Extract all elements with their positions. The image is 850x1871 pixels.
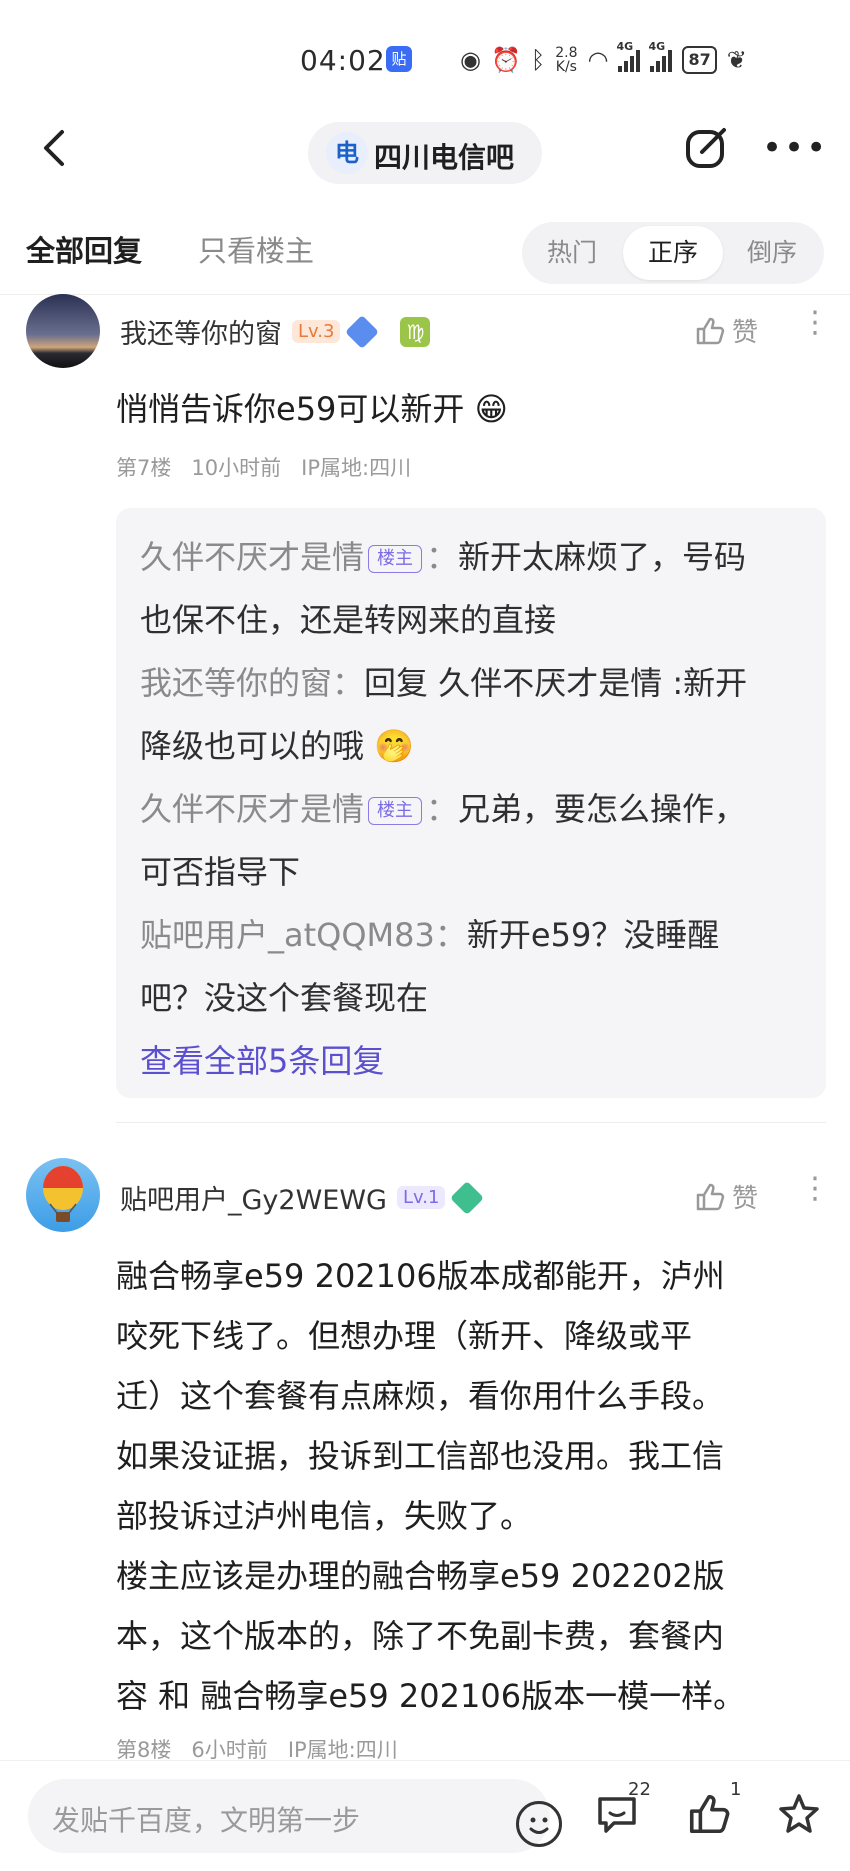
post-author-row: 贴吧用户_Gy2WEWG Lv.1 (120, 1178, 485, 1217)
ip-location: IP属地:四川 (301, 456, 412, 480)
host-badge: 楼主 (368, 797, 423, 825)
bluetooth-icon: ᛒ (530, 46, 546, 74)
grin-emoji: 😁 (474, 390, 508, 428)
emoji-icon[interactable] (516, 1801, 562, 1847)
edit-icon[interactable] (684, 126, 728, 170)
tieba-notification-icon: 贴 (386, 46, 412, 72)
post-more-icon[interactable]: ⋮ (800, 1174, 830, 1204)
status-icons: ◉ ⏰ ᛒ 2.8 K/s ◠ 4G 4G 87 ❦ (460, 40, 747, 78)
status-bar: 04:02 贴 ◉ ⏰ ᛒ 2.8 K/s ◠ 4G 4G 87 ❦ (0, 0, 850, 110)
gem-badge-icon (345, 314, 380, 349)
wifi-icon: ◠ (587, 46, 609, 74)
post-more-icon[interactable]: ⋮ (800, 308, 830, 338)
comment-count: 22 (628, 1779, 651, 1800)
reply-input-placeholder: 发贴千百度，文明第一步 (52, 1804, 361, 1837)
host-badge: 楼主 (368, 545, 423, 573)
bottom-bar: 发贴千百度，文明第一步 22 1 (0, 1760, 850, 1871)
virgo-icon: ♍ (400, 316, 431, 347)
favorite-button[interactable] (776, 1791, 826, 1841)
sub-reply-cont: 吧？没这个套餐现在 (140, 979, 429, 1017)
post-content: 悄悄告诉你e59可以新开 😁 (116, 390, 508, 428)
sub-reply[interactable]: 我还等你的窗：回复 久伴不厌才是情 :新开 (140, 652, 810, 715)
post-author-row: 我还等你的窗 Lv.3 ♍ (120, 312, 431, 351)
gem-badge-icon (450, 1180, 485, 1215)
net-speed: 2.8 K/s (555, 45, 578, 75)
china-telecom-logo-icon: 电 (326, 132, 368, 174)
level-badge: Lv.1 (396, 1186, 446, 1209)
sort-toggle: 热门 正序 倒序 (522, 222, 824, 284)
thumbs-up-icon (689, 1794, 730, 1834)
post-meta: 第7楼 10小时前 IP属地:四川 (116, 452, 411, 482)
level-badge: Lv.3 (292, 320, 341, 343)
more-icon[interactable]: ••• (762, 128, 828, 168)
forum-title-pill[interactable]: 电 四川电信吧 (308, 122, 542, 184)
floor-number: 第8楼 (116, 1738, 172, 1762)
like-button[interactable]: 赞 (694, 312, 758, 349)
post-time: 6小时前 (191, 1738, 268, 1762)
status-time: 04:02 (300, 44, 386, 77)
sub-reply[interactable]: 久伴不厌才是情 楼主 ：新开太麻烦了，号码 (140, 526, 810, 589)
reply-input[interactable]: 发贴千百度，文明第一步 (28, 1779, 562, 1853)
username[interactable]: 贴吧用户_Gy2WEWG (120, 1178, 387, 1217)
divider (0, 294, 850, 295)
alarm-icon: ⏰ (490, 46, 521, 74)
forum-name: 四川电信吧 (374, 141, 515, 174)
tab-all-replies[interactable]: 全部回复 (26, 228, 142, 270)
floor-number: 第7楼 (116, 456, 172, 480)
battery-icon: 87 (682, 46, 717, 74)
sub-reply-list: 久伴不厌才是情 楼主 ：新开太麻烦了，号码 也保不住，还是转网来的直接 我还等你的窗… (140, 526, 810, 1093)
signal-icon: 4G (616, 40, 641, 72)
post-time: 10小时前 (191, 456, 282, 480)
username[interactable]: 我还等你的窗 (120, 312, 282, 351)
tab-host-only[interactable]: 只看楼主 (198, 228, 314, 270)
like-count: 1 (730, 1779, 742, 1800)
like-button[interactable]: 赞 (694, 1178, 758, 1215)
sort-ascending[interactable]: 正序 (623, 226, 723, 280)
like-post-button[interactable]: 1 (686, 1779, 746, 1841)
thumbs-up-icon (696, 317, 725, 344)
sub-reply-cont: 可否指导下 (140, 853, 301, 891)
eye-icon: ◉ (460, 46, 481, 74)
signal-icon: 4G (648, 40, 673, 72)
comment-button[interactable]: 22 (594, 1779, 654, 1841)
ip-location: IP属地:四川 (287, 1738, 398, 1762)
leaf-icon: ❦ (726, 46, 747, 74)
star-icon (779, 1794, 819, 1833)
avatar[interactable] (26, 1158, 100, 1232)
post-content: 融合畅享e59 202106版本成都能开，泸州 咬死下线了。但想办理（新开、降级… (116, 1257, 746, 1715)
sub-reply[interactable]: 贴吧用户_atQQM83：新开e59？没睡醒 (140, 904, 810, 967)
view-all-replies-link[interactable]: 查看全部5条回复 (140, 1030, 810, 1093)
sub-reply-cont: 降级也可以的哦 🤭 (140, 727, 415, 765)
sort-descending[interactable]: 倒序 (722, 222, 822, 284)
back-arrow-icon[interactable] (36, 128, 76, 168)
divider (116, 1122, 826, 1123)
hot-air-balloon-icon (43, 1166, 83, 1222)
sub-replies-box[interactable]: 久伴不厌才是情 楼主 ：新开太麻烦了，号码 也保不住，还是转网来的直接 我还等你的窗… (116, 508, 826, 1098)
thumbs-up-icon (696, 1183, 725, 1210)
shush-emoji: 🤭 (374, 727, 415, 765)
sub-reply-cont: 也保不住，还是转网来的直接 (140, 601, 557, 639)
sub-reply[interactable]: 久伴不厌才是情 楼主 ：兄弟，要怎么操作， (140, 778, 810, 841)
avatar[interactable] (26, 294, 100, 368)
sort-hot[interactable]: 热门 (522, 222, 622, 284)
